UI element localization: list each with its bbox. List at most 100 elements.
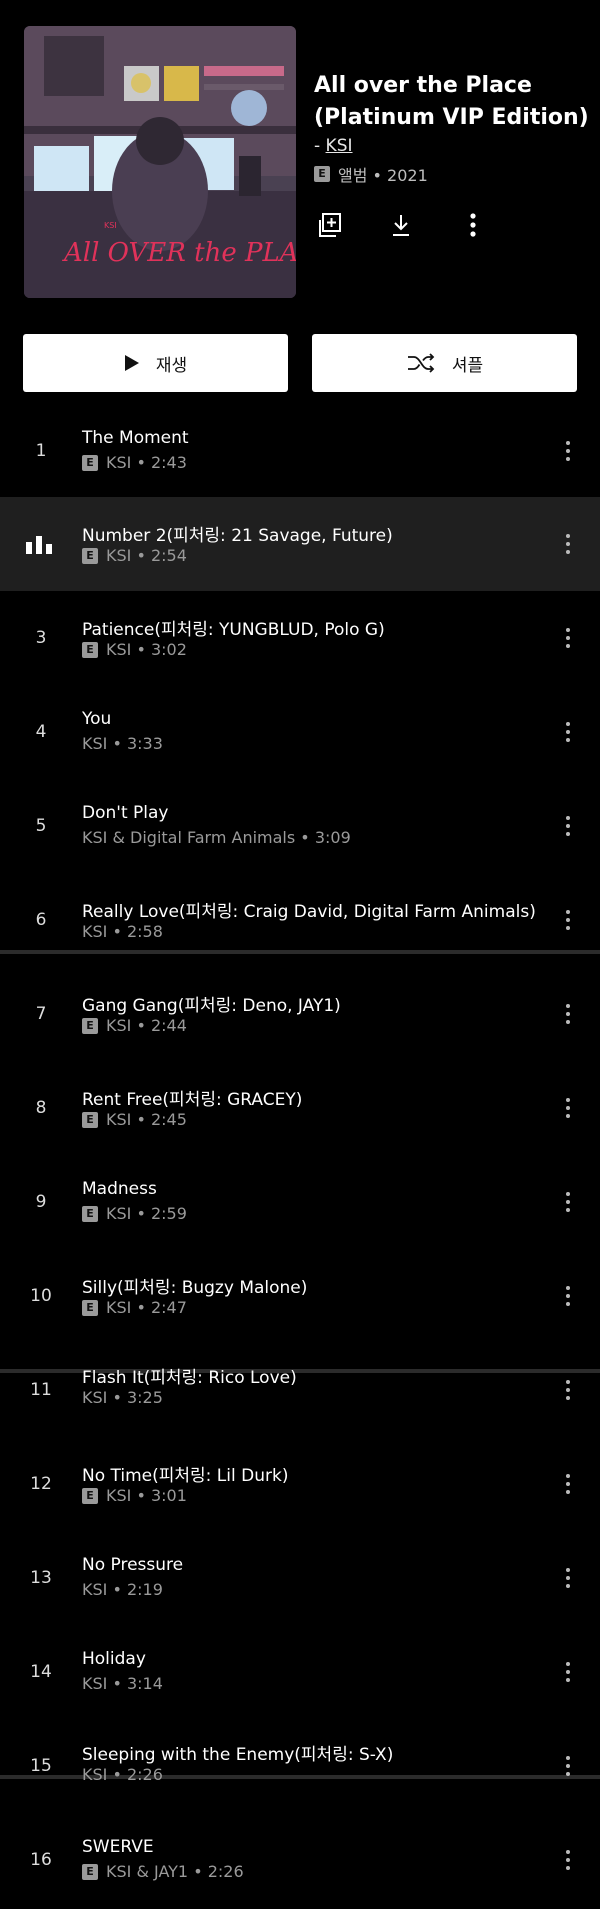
track-more-icon[interactable] <box>560 1563 576 1593</box>
track-more-icon[interactable] <box>560 1375 576 1405</box>
track-artist-duration: KSI • 3:02 <box>106 640 187 659</box>
track-more-icon[interactable] <box>560 1469 576 1499</box>
track-number: 6 <box>35 910 47 930</box>
track-subtitle: E KSI • 2:43 <box>82 453 187 472</box>
track-row[interactable]: 4 You KSI • 3:33 <box>0 685 600 779</box>
track-subtitle: E KSI • 2:59 <box>82 1204 187 1223</box>
track-subtitle: KSI • 2:19 <box>82 1580 163 1599</box>
artist-link[interactable]: KSI <box>326 136 353 156</box>
album-meta: E 앨범 • 2021 <box>314 162 594 186</box>
track-subtitle: KSI • 3:33 <box>82 734 163 753</box>
download-icon <box>393 215 409 236</box>
explicit-badge: E <box>82 1205 98 1222</box>
track-row[interactable]: 5 Don't Play KSI & Digital Farm Animals • … <box>0 779 600 873</box>
track-title: No Pressure <box>82 1555 184 1575</box>
track-row[interactable]: 12 No Time(피처링: Lil Durk) E KSI • 3:01 <box>0 1437 600 1531</box>
track-subtitle: E KSI • 2:47 <box>82 1298 187 1317</box>
shuffle-button[interactable]: 셔플 <box>312 334 577 392</box>
track-title: You <box>82 709 112 729</box>
album-type-year: 앨범 • 2021 <box>338 166 428 185</box>
track-number: 4 <box>35 722 47 742</box>
track-row[interactable]: 8 Rent Free(피처링: GRACEY) E KSI • 2:45 <box>0 1061 600 1155</box>
track-title: Silly(피처링: Bugzy Malone) <box>82 1278 308 1298</box>
track-title: No Time(피처링: Lil Durk) <box>82 1466 289 1486</box>
artist-prefix: - <box>314 136 326 156</box>
track-more-icon[interactable] <box>560 1093 576 1123</box>
album-actions <box>314 210 594 240</box>
album-title-line-1: All over the Place <box>314 73 532 98</box>
track-more-icon[interactable] <box>560 999 576 1029</box>
track-subtitle: E KSI • 3:01 <box>82 1486 187 1505</box>
track-row[interactable]: 13 No Pressure KSI • 2:19 <box>0 1531 600 1625</box>
track-artist-duration: KSI & JAY1 • 2:26 <box>106 1862 244 1881</box>
track-row[interactable]: 10 Silly(피처링: Bugzy Malone) E KSI • 2:47 <box>0 1249 600 1343</box>
track-row[interactable]: 16 SWERVE E KSI & JAY1 • 2:26 <box>0 1813 600 1907</box>
track-more-icon[interactable] <box>560 623 576 653</box>
track-more-icon[interactable] <box>560 1751 576 1781</box>
explicit-badge: E <box>82 454 98 471</box>
track-more-icon[interactable] <box>560 905 576 935</box>
track-more-icon[interactable] <box>560 811 576 841</box>
track-number: 8 <box>35 1098 47 1118</box>
track-row[interactable]: 1 The Moment E KSI • 2:43 <box>0 404 600 498</box>
track-row[interactable]: 9 Madness E KSI • 2:59 <box>0 1155 600 1249</box>
download-button[interactable] <box>386 210 416 240</box>
explicit-badge: E <box>314 166 330 182</box>
track-title: The Moment <box>82 428 189 448</box>
play-label: 재생 <box>155 355 188 376</box>
play-icon <box>124 355 139 371</box>
track-number: 13 <box>30 1568 52 1588</box>
explicit-badge: E <box>82 1299 98 1316</box>
album-art[interactable]: All OVER the PLACE KSI <box>24 26 296 298</box>
track-number: 5 <box>35 816 47 836</box>
track-title: Rent Free(피처링: GRACEY) <box>82 1090 303 1110</box>
track-title: Number 2(피처링: 21 Savage, Future) <box>82 526 393 546</box>
now-playing-icon <box>26 536 56 554</box>
track-number: 14 <box>30 1662 52 1682</box>
track-subtitle: KSI • 2:26 <box>82 1765 163 1784</box>
track-artist-duration: KSI • 3:33 <box>82 734 163 753</box>
album-artist-line: - KSI <box>314 136 594 156</box>
track-more-icon[interactable] <box>560 1281 576 1311</box>
track-more-icon[interactable] <box>560 717 576 747</box>
track-row[interactable]: 15 Sleeping with the Enemy(피처링: S-X) KSI •… <box>0 1719 600 1813</box>
track-artist-duration: KSI • 2:44 <box>106 1016 187 1035</box>
track-more-icon[interactable] <box>560 436 576 466</box>
album-title-line-2: (Platinum VIP Edition) <box>314 105 589 130</box>
album-art-logo: KSI <box>104 221 117 230</box>
track-subtitle: E KSI • 2:45 <box>82 1110 187 1129</box>
track-number: 15 <box>30 1756 52 1776</box>
track-number: 10 <box>30 1286 52 1306</box>
play-button[interactable]: 재생 <box>23 334 288 392</box>
track-number: 16 <box>30 1850 52 1870</box>
explicit-badge: E <box>82 1487 98 1504</box>
explicit-badge: E <box>82 641 98 658</box>
track-row[interactable]: 6 Really Love(피처링: Craig David, Digital F… <box>0 873 600 967</box>
track-artist-duration: KSI • 2:59 <box>106 1204 187 1223</box>
track-number: 1 <box>35 441 47 461</box>
track-subtitle: KSI & Digital Farm Animals • 3:09 <box>82 828 351 847</box>
track-row[interactable]: 11 Flash It(피처링: Rico Love) KSI • 3:25 <box>0 1343 600 1437</box>
track-more-icon[interactable] <box>560 1845 576 1875</box>
track-more-icon[interactable] <box>560 1187 576 1217</box>
track-row[interactable]: 14 Holiday KSI • 3:14 <box>0 1625 600 1719</box>
album-art-image: All OVER the PLACE KSI <box>24 26 296 298</box>
track-title: Madness <box>82 1179 157 1199</box>
track-title: Really Love(피처링: Craig David, Digital Fa… <box>82 902 536 922</box>
add-to-library-button[interactable] <box>314 210 344 240</box>
track-row[interactable]: 7 Gang Gang(피처링: Deno, JAY1) E KSI • 2:44 <box>0 967 600 1061</box>
album-more-button[interactable] <box>458 210 488 240</box>
playback-buttons: 재생 셔플 <box>23 334 577 392</box>
track-more-icon[interactable] <box>560 529 576 559</box>
track-title: Gang Gang(피처링: Deno, JAY1) <box>82 996 341 1016</box>
track-more-icon[interactable] <box>560 1657 576 1687</box>
track-subtitle: E KSI • 3:02 <box>82 640 187 659</box>
track-artist-duration: KSI • 2:47 <box>106 1298 187 1317</box>
album-title: All over the Place (Platinum VIP Edition… <box>314 70 594 134</box>
track-row[interactable]: 3 Patience(피처링: YUNGBLUD, Polo G) E KSI • 3… <box>0 591 600 685</box>
explicit-badge: E <box>82 1017 98 1034</box>
album-art-title: All OVER the PLACE <box>62 238 296 268</box>
shuffle-icon <box>407 353 435 373</box>
track-subtitle: E KSI & JAY1 • 2:26 <box>82 1862 244 1881</box>
track-row[interactable]: Number 2(피처링: 21 Savage, Future) E KSI • 2… <box>0 497 600 591</box>
